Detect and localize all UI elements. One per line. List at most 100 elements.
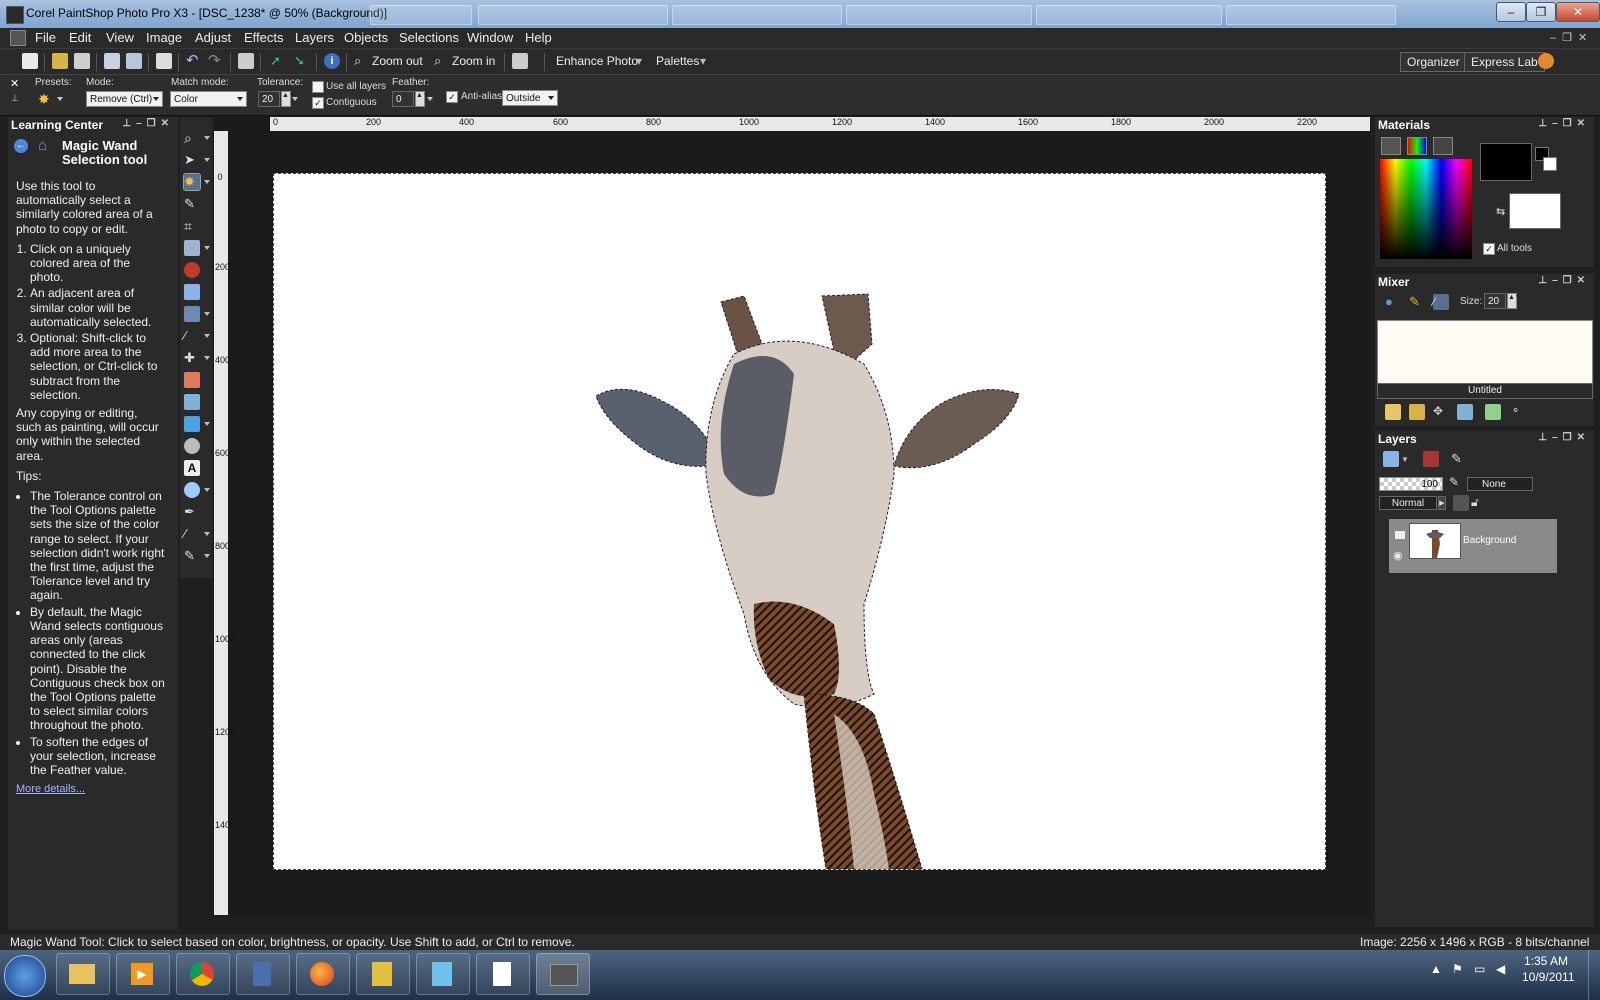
menu-image[interactable]: Image [146, 30, 182, 45]
film-taskbar-button[interactable] [236, 953, 290, 995]
warp-brush-icon[interactable]: ⁄ [184, 526, 200, 542]
pan-icon[interactable]: ✥ [1433, 404, 1449, 420]
chevron-down-icon[interactable] [204, 158, 210, 162]
chevron-down-icon[interactable] [204, 334, 210, 338]
pick-tool-icon[interactable]: ➤ [184, 152, 200, 168]
paint-brush-icon[interactable] [184, 372, 200, 388]
home-icon[interactable]: ⌂ [38, 137, 47, 154]
network-icon[interactable]: ▭ [1474, 962, 1485, 976]
chevron-down-icon[interactable] [204, 136, 210, 140]
menu-layers[interactable]: Layers [295, 30, 334, 45]
dropper-tool-icon[interactable]: ✎ [184, 196, 200, 212]
object-remover-icon[interactable]: ✚ [184, 350, 200, 366]
volume-icon[interactable]: ◀ [1496, 962, 1505, 976]
organizer-button[interactable]: Organizer [1400, 52, 1467, 72]
brush-variance-icon[interactable]: ✎ [1449, 475, 1465, 491]
chevron-down-icon[interactable] [427, 97, 433, 101]
document-icon[interactable] [10, 30, 26, 46]
mini-background-swatch[interactable] [1543, 157, 1557, 171]
explorer-taskbar-button[interactable] [56, 953, 110, 995]
makeover-tool-icon[interactable] [184, 284, 200, 300]
navigate-icon[interactable] [1457, 404, 1473, 420]
rainbow-tab-icon[interactable] [1407, 137, 1427, 155]
menu-view[interactable]: View [106, 30, 134, 45]
red-eye-tool-icon[interactable] [184, 262, 200, 278]
new-file-icon[interactable] [22, 53, 38, 69]
save-icon[interactable] [104, 53, 120, 69]
straighten-tool-icon[interactable] [184, 240, 200, 256]
preset-shape-icon[interactable] [184, 482, 200, 498]
pen-tool-icon[interactable]: ✒ [184, 504, 200, 520]
magic-wand-preset-icon[interactable]: ✸ [38, 91, 54, 107]
flag-icon[interactable]: ⚑ [1452, 962, 1463, 976]
menu-file[interactable]: File [35, 30, 56, 45]
menu-edit[interactable]: Edit [69, 30, 91, 45]
notes-taskbar-button[interactable] [416, 953, 470, 995]
tolerance-spinner[interactable]: ▲▼ [281, 91, 296, 107]
rotate-right-icon[interactable]: ➘ [294, 53, 310, 69]
clock-time[interactable]: 1:35 AM [1524, 954, 1568, 968]
menu-window[interactable]: Window [467, 30, 513, 45]
close-options-icon[interactable]: ✕ [10, 77, 19, 90]
sample-icon[interactable] [1485, 404, 1501, 420]
contiguous-checkbox[interactable]: ✓ [312, 97, 324, 109]
blend-mode-select[interactable]: Normal [1379, 496, 1437, 510]
paintshop-taskbar-button[interactable] [536, 953, 590, 995]
document-canvas[interactable]: 0 200 400 600 800 1000 1200 1400 1600 18… [214, 117, 1371, 915]
chevron-down-icon[interactable] [204, 356, 210, 360]
app-icon[interactable] [6, 6, 24, 24]
opacity-slider[interactable]: 100 [1379, 477, 1443, 491]
panel-controls[interactable]: ⊥–❐✕ [1538, 432, 1590, 443]
show-hidden-icons[interactable]: ▲ [1430, 962, 1442, 976]
chevron-down-icon[interactable] [204, 422, 210, 426]
security-taskbar-button[interactable] [356, 953, 410, 995]
zoom-tool-icon[interactable]: ⌕ [184, 130, 200, 146]
background-swatch[interactable] [1509, 193, 1561, 229]
swatches-tab-icon[interactable] [1433, 137, 1453, 155]
crop-tool-icon[interactable]: ⌗ [184, 218, 200, 234]
menu-help[interactable]: Help [525, 30, 552, 45]
size-input[interactable]: 20 [1484, 293, 1506, 309]
visibility-eye-icon[interactable]: ◉ [1393, 549, 1403, 562]
chevron-down-icon[interactable] [204, 246, 210, 250]
chevron-down-icon[interactable] [204, 180, 210, 184]
media-player-taskbar-button[interactable]: ▶ [116, 953, 170, 995]
chevron-down-icon[interactable]: ▼ [1401, 455, 1417, 471]
smudge-icon[interactable] [184, 438, 200, 454]
palette-knife-icon[interactable]: ⁄ [1433, 294, 1449, 310]
frame-tab-icon[interactable] [1381, 137, 1401, 155]
lock-icon[interactable]: 🔓︎ [1471, 495, 1487, 511]
tolerance-input[interactable]: 20 [258, 91, 280, 107]
chrome-taskbar-button[interactable] [176, 953, 230, 995]
flood-fill-icon[interactable] [184, 416, 200, 432]
dropper-icon[interactable]: ● [1385, 294, 1401, 310]
menu-selections[interactable]: Selections [399, 30, 459, 45]
redo-icon[interactable]: ↷ [208, 53, 224, 69]
magic-wand-tool-icon[interactable]: ✸ [183, 173, 201, 191]
zoom-in-icon[interactable]: ⌕ [434, 53, 450, 69]
chevron-down-icon[interactable] [292, 97, 298, 101]
express-lab-button[interactable]: Express Lab [1464, 52, 1545, 72]
zoom-in-button[interactable]: Zoom in [452, 54, 495, 68]
copy-special-icon[interactable] [512, 53, 528, 69]
match-mode-select[interactable]: Color [170, 91, 247, 107]
anti-alias-checkbox[interactable]: ✓ [446, 91, 458, 103]
brush-icon[interactable]: ✎ [1409, 294, 1425, 310]
start-button[interactable] [4, 955, 46, 997]
panel-controls[interactable]: ⊥–❐✕ [1538, 275, 1590, 286]
document-taskbar-button[interactable] [476, 953, 530, 995]
chevron-down-icon[interactable] [204, 554, 210, 558]
back-arrow-icon[interactable]: ← [14, 139, 28, 153]
resize-icon[interactable] [238, 53, 254, 69]
swap-colors-icon[interactable]: ⇆ [1496, 205, 1505, 218]
color-spectrum[interactable] [1380, 159, 1472, 259]
zoom-out-icon[interactable]: ⌕ [354, 53, 370, 69]
chevron-right-icon[interactable]: ▶ [1438, 496, 1446, 510]
clock-date[interactable]: 10/9/2011 [1522, 970, 1575, 984]
photo-image[interactable] [273, 173, 1326, 870]
feather-spinner[interactable]: ▲▼ [415, 91, 430, 107]
close-button[interactable]: ✕ [1556, 2, 1600, 22]
panel-controls[interactable]: ⊥–❐✕ [1538, 118, 1590, 129]
foreground-swatch[interactable] [1480, 143, 1532, 181]
enhance-photo-menu[interactable]: Enhance Photo [556, 54, 638, 68]
